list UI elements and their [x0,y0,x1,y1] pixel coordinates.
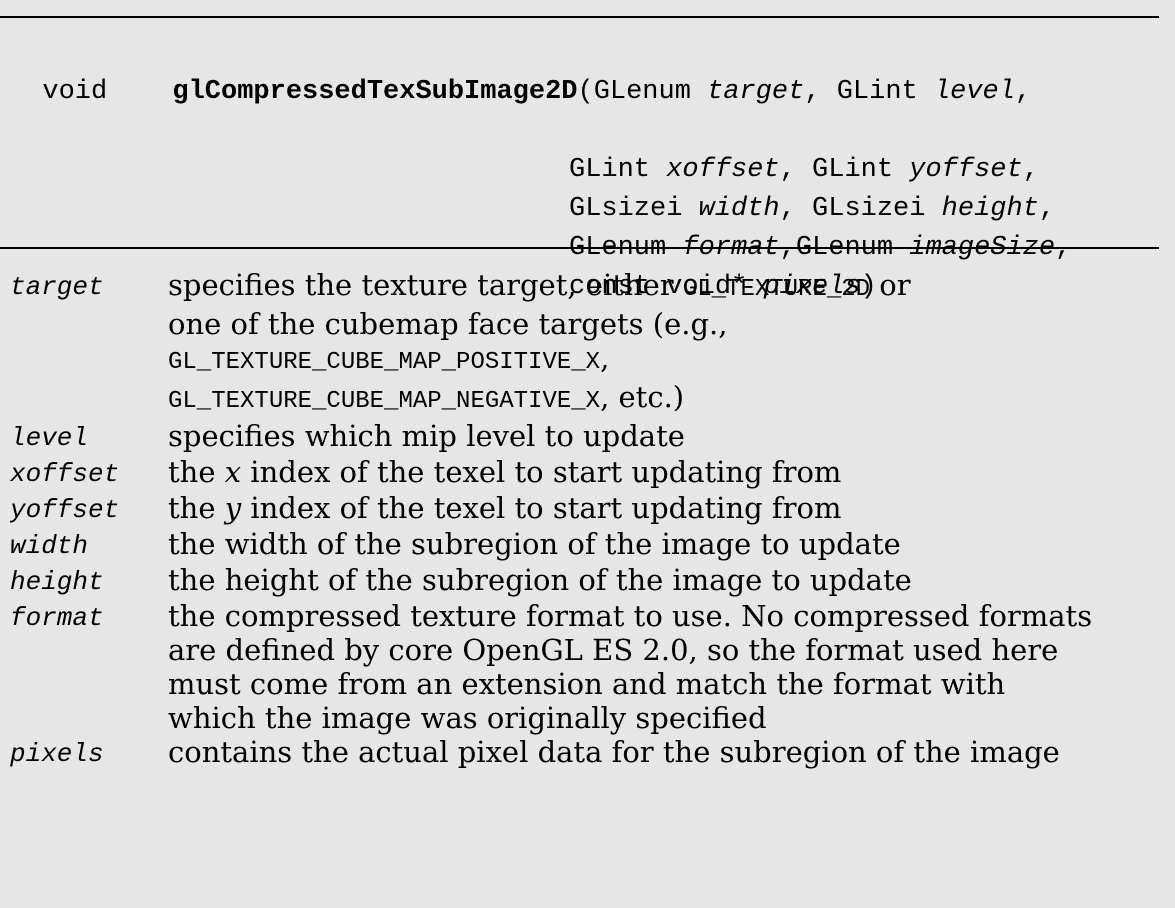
signature-line: GLint xoffset, GLint yoffset, [10,151,1071,190]
description-text: specifies which mip level to update [168,419,685,453]
return-type: void [42,77,108,107]
param-name: yoffset [909,155,1023,185]
param-name: level [933,77,1015,107]
parameter-row-target: target specifies the texture target, eith… [10,268,1160,419]
description-text: y [224,491,242,525]
description-line: GL_TEXTURE_CUBE_MAP_NEGATIVE_X, etc.) [168,380,1160,419]
signature-text: , GLsizei [779,194,942,224]
description-line: the width of the subregion of the image … [168,527,1160,561]
open-paren: ( [577,77,594,107]
parameter-row-format: format the compressed texture format to u… [10,599,1160,735]
parameter-row-height: height the height of the subregion of the… [10,563,1160,599]
description-text: the width of the subregion of the image … [168,527,901,561]
signature-text: , GLint [804,77,934,107]
param-name: target [707,77,805,107]
description-text: the [168,491,225,525]
description-text: , [600,341,610,375]
parameter-list: target specifies the texture target, eith… [10,268,1160,771]
description-text: one of the cubemap face targets (e.g., [168,307,728,341]
constant-name: GL_TEXTURE_CUBE_MAP_POSITIVE_X [168,349,601,376]
parameter-name: format [10,603,104,633]
description-text: the [168,455,225,489]
signature-text: GLint [569,155,667,185]
parameter-description: contains the actual pixel data for the s… [168,735,1160,769]
parameter-description: the y index of the texel to start updati… [168,491,1160,525]
parameter-description: specifies which mip level to update [168,419,1160,453]
description-text: or [870,268,911,302]
function-name: glCompressedTexSubImage2D [172,77,578,107]
parameter-name: xoffset [10,459,120,489]
parameter-name: pixels [10,739,104,769]
parameter-description: the width of the subregion of the image … [168,527,1160,561]
description-text: the height of the subregion of the image… [168,563,912,597]
description-line: specifies which mip level to update [168,419,1160,453]
description-line: specifies the texture target, either GL_… [168,268,1160,307]
signature-text: , [1014,77,1032,107]
param-name: height [941,194,1039,224]
parameter-row-xoffset: xoffset the x index of the texel to start… [10,455,1160,491]
signature-line: GLsizei width, GLsizei height, [10,190,1071,229]
description-line: the x index of the texel to start updati… [168,455,1160,489]
description-text: the compressed texture format to use. No… [168,599,1093,633]
parameter-name: height [10,567,104,597]
parameter-row-pixels: pixels contains the actual pixel data for… [10,735,1160,771]
signature-text: , GLint [779,155,910,185]
signature-text: , [1038,194,1056,224]
parameter-name: width [10,531,89,561]
description-line: the height of the subregion of the image… [168,563,1160,597]
parameter-name: target [10,272,104,302]
description-line: the compressed texture format to use. No… [168,599,1160,633]
signature-text: GLenum [593,77,708,107]
signature-line: GLenum target, GLint level, [594,77,1031,107]
description-line: GL_TEXTURE_CUBE_MAP_POSITIVE_X, [168,341,1160,380]
top-rule [0,16,1159,18]
description-text: must come from an extension and match th… [168,667,1006,701]
parameter-description: specifies the texture target, either GL_… [168,268,1160,419]
param-name: xoffset [666,155,780,185]
description-line: must come from an extension and match th… [168,667,1160,701]
description-text: index of the texel to start updating fro… [241,455,842,489]
constant-name: GL_TEXTURE_2D [682,276,871,303]
param-name: width [698,194,780,224]
description-line: one of the cubemap face targets (e.g., [168,307,1160,341]
divider-rule [0,247,1159,249]
constant-name: GL_TEXTURE_CUBE_MAP_NEGATIVE_X [168,388,601,415]
description-text: are defined by core OpenGL ES 2.0, so th… [168,633,1059,667]
description-line: which the image was originally specified [168,701,1160,735]
signature-text: GLsizei [569,194,699,224]
parameter-description: the compressed texture format to use. No… [168,599,1160,735]
parameter-row-yoffset: yoffset the y index of the texel to start… [10,491,1160,527]
parameter-row-width: width the width of the subregion of the i… [10,527,1160,563]
parameter-name: yoffset [10,495,120,525]
description-line: are defined by core OpenGL ES 2.0, so th… [168,633,1160,667]
parameter-row-level: level specifies which mip level to update [10,419,1160,455]
parameter-description: the x index of the texel to start updati… [168,455,1160,489]
description-text: x [224,455,242,489]
description-text: contains the actual pixel data for the s… [168,735,1060,769]
description-line: the y index of the texel to start updati… [168,491,1160,525]
description-text: , etc.) [600,380,685,414]
description-text: index of the texel to start updating fro… [241,491,842,525]
description-line: contains the actual pixel data for the s… [168,735,1160,769]
parameter-description: the height of the subregion of the image… [168,563,1160,597]
parameter-name: level [10,423,89,453]
signature-text: , [1022,155,1039,185]
description-text: which the image was originally specified [168,701,767,735]
description-text: specifies the texture target, either [168,268,683,302]
